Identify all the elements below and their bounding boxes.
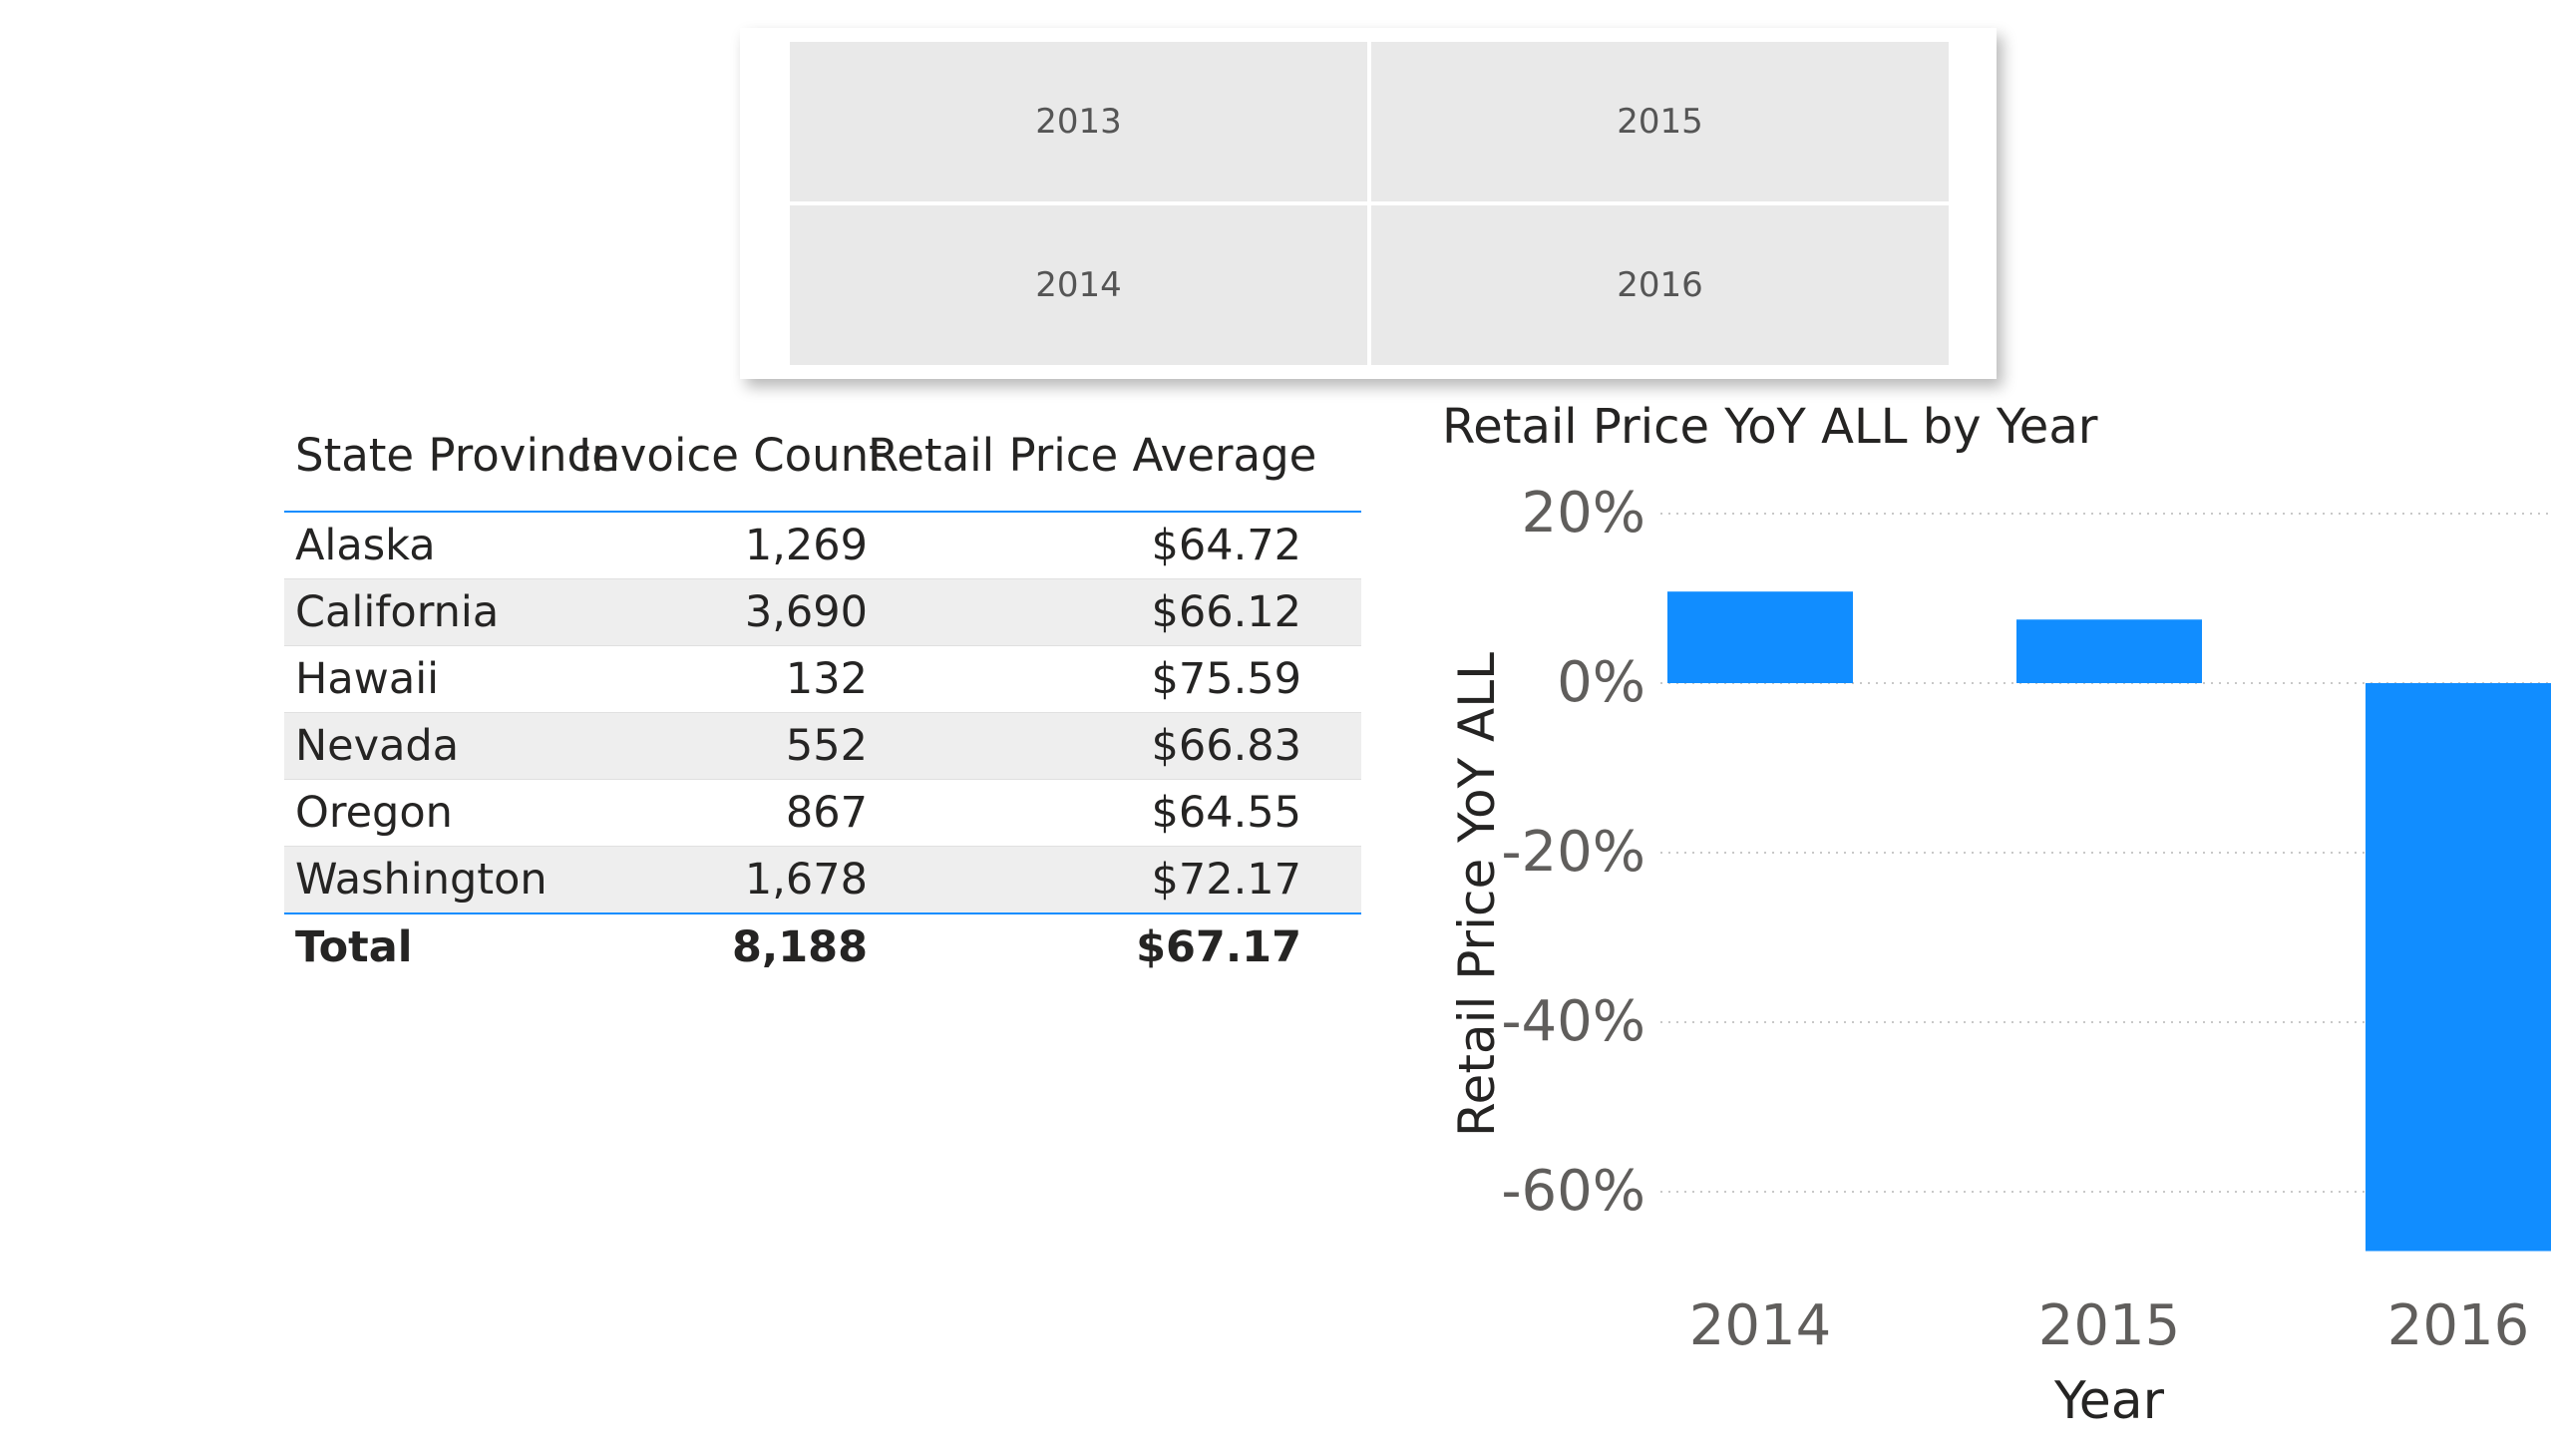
bar-2016[interactable]: [2366, 683, 2551, 1252]
x-axis-title: Year: [2053, 1371, 2165, 1431]
x-tick-label: 2016: [2387, 1293, 2530, 1358]
retail-price-yoy-chart: 20% 0% -20% -40% -60% 2014 2015 2016 Year Retail …: [1448, 481, 2553, 1431]
y-axis-title: Retail Price YoY ALL: [1448, 652, 1506, 1137]
y-tick-label: -40%: [1501, 989, 1645, 1054]
y-tick-label: 20%: [1522, 481, 1645, 546]
bar-2015[interactable]: [2016, 619, 2202, 683]
bar-2014[interactable]: [1667, 591, 1853, 683]
y-tick-label: -60%: [1501, 1159, 1645, 1224]
x-tick-label: 2014: [1689, 1293, 1832, 1358]
y-tick-label: 0%: [1557, 650, 1645, 715]
x-tick-label: 2015: [2038, 1293, 2181, 1358]
y-tick-label: -20%: [1501, 820, 1645, 885]
